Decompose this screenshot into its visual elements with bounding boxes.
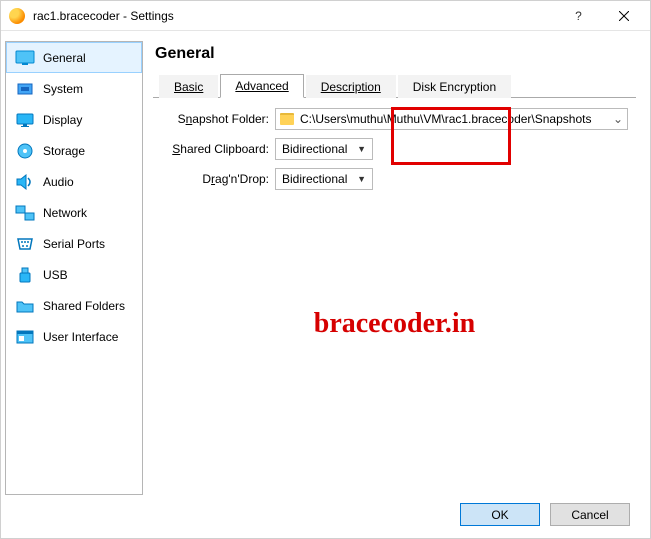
sidebar-item-serial[interactable]: Serial Ports: [6, 228, 142, 259]
shared-clipboard-value: Bidirectional: [282, 142, 347, 156]
settings-sidebar: General System Display Storage: [5, 41, 143, 495]
sidebar-item-label: Shared Folders: [43, 299, 125, 313]
chevron-down-icon: ⌄: [613, 112, 623, 126]
sidebar-item-shared-folders[interactable]: Shared Folders: [6, 290, 142, 321]
drag-drop-value: Bidirectional: [282, 172, 347, 186]
sidebar-item-label: USB: [43, 268, 68, 282]
drag-drop-select[interactable]: Bidirectional ▼: [275, 168, 373, 190]
triangle-down-icon: ▼: [357, 144, 366, 154]
ok-button[interactable]: OK: [460, 503, 540, 526]
tab-description[interactable]: Description: [306, 75, 396, 98]
general-icon: [15, 48, 35, 68]
snapshot-folder-path: C:\Users\muthu\Muthu\VM\rac1.bracecoder\…: [300, 112, 607, 126]
sidebar-item-storage[interactable]: Storage: [6, 135, 142, 166]
help-button[interactable]: ?: [556, 2, 601, 30]
settings-content: General Basic Advanced Description Disk …: [147, 41, 636, 495]
sidebar-item-usb[interactable]: USB: [6, 259, 142, 290]
sidebar-item-display[interactable]: Display: [6, 104, 142, 135]
folder-icon: [280, 113, 294, 125]
sidebar-item-system[interactable]: System: [6, 73, 142, 104]
system-icon: [15, 79, 35, 99]
titlebar: rac1.bracecoder - Settings ?: [1, 1, 650, 31]
network-icon: [15, 203, 35, 223]
shared-clipboard-row: Shared Clipboard: Bidirectional ▼: [161, 138, 628, 160]
drag-drop-row: Drag'n'Drop: Bidirectional ▼: [161, 168, 628, 190]
snapshot-folder-row: Snapshot Folder: C:\Users\muthu\Muthu\VM…: [161, 108, 628, 130]
sidebar-item-label: Storage: [43, 144, 85, 158]
sidebar-item-label: System: [43, 82, 83, 96]
display-icon: [15, 110, 35, 130]
serial-icon: [15, 234, 35, 254]
sidebar-item-label: User Interface: [43, 330, 118, 344]
sidebar-item-label: General: [43, 51, 86, 65]
sidebar-item-audio[interactable]: Audio: [6, 166, 142, 197]
app-icon: [9, 8, 25, 24]
sidebar-item-network[interactable]: Network: [6, 197, 142, 228]
sidebar-item-label: Serial Ports: [43, 237, 105, 251]
tab-bar: Basic Advanced Description Disk Encrypti…: [153, 73, 636, 98]
snapshot-folder-select[interactable]: C:\Users\muthu\Muthu\VM\rac1.bracecoder\…: [275, 108, 628, 130]
cancel-button[interactable]: Cancel: [550, 503, 630, 526]
sidebar-item-general[interactable]: General: [6, 42, 142, 73]
dialog-footer: OK Cancel: [5, 495, 636, 526]
snapshot-folder-label: Snapshot Folder:: [161, 112, 269, 126]
ui-icon: [15, 327, 35, 347]
audio-icon: [15, 172, 35, 192]
shared-clipboard-select[interactable]: Bidirectional ▼: [275, 138, 373, 160]
watermark-text: bracecoder.in: [153, 308, 636, 340]
sidebar-item-ui[interactable]: User Interface: [6, 321, 142, 352]
triangle-down-icon: ▼: [357, 174, 366, 184]
usb-icon: [15, 265, 35, 285]
sidebar-item-label: Display: [43, 113, 82, 127]
shared-clipboard-label: Shared Clipboard:: [161, 142, 269, 156]
tab-disk-encryption[interactable]: Disk Encryption: [398, 75, 511, 98]
folder-icon: [15, 296, 35, 316]
sidebar-item-label: Audio: [43, 175, 74, 189]
window-title: rac1.bracecoder - Settings: [33, 9, 556, 23]
sidebar-item-label: Network: [43, 206, 87, 220]
page-title: General: [153, 41, 636, 73]
close-button[interactable]: [601, 2, 646, 30]
storage-icon: [15, 141, 35, 161]
tab-basic[interactable]: Basic: [159, 75, 218, 98]
drag-drop-label: Drag'n'Drop:: [161, 172, 269, 186]
tab-advanced[interactable]: Advanced: [220, 74, 303, 98]
